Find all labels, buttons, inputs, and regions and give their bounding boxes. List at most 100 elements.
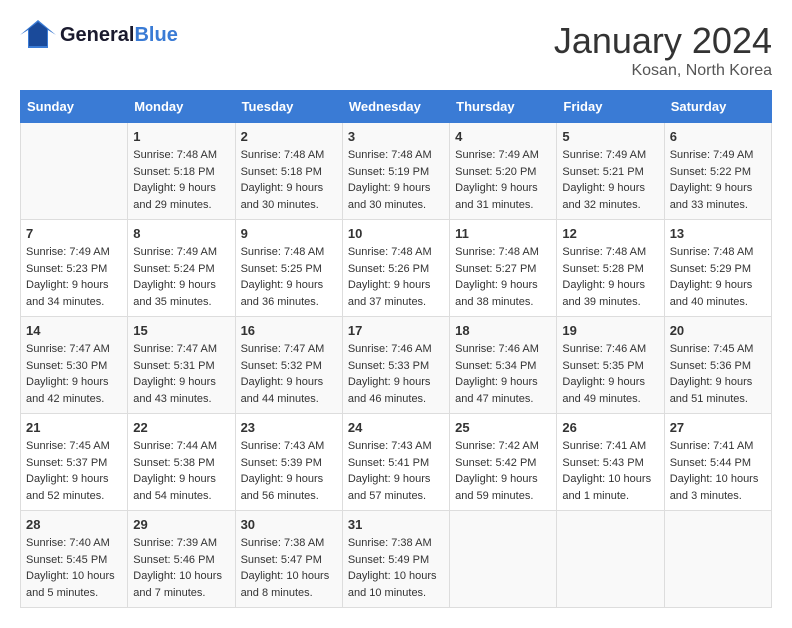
- calendar-cell: 27Sunrise: 7:41 AMSunset: 5:44 PMDayligh…: [664, 414, 771, 511]
- calendar-cell: 9Sunrise: 7:48 AMSunset: 5:25 PMDaylight…: [235, 220, 342, 317]
- calendar-cell: 2Sunrise: 7:48 AMSunset: 5:18 PMDaylight…: [235, 123, 342, 220]
- cell-content: Sunrise: 7:48 AMSunset: 5:28 PMDaylight:…: [562, 244, 658, 310]
- sunset-text: Sunset: 5:29 PM: [670, 263, 751, 275]
- day-number: 10: [348, 226, 444, 241]
- logo-general: General: [60, 24, 134, 46]
- cell-content: Sunrise: 7:46 AM Sunset: 5:35 PM Daylight:…: [562, 341, 658, 407]
- day-number: 3: [348, 129, 444, 144]
- sunset-text: Sunset: 5:42 PM: [455, 457, 536, 469]
- logo-blue: Blue: [134, 24, 177, 46]
- cell-content: Sunrise: 7:48 AMSunset: 5:25 PMDaylight:…: [241, 244, 337, 310]
- sunrise-text: Sunrise: 7:49 AM: [133, 246, 217, 258]
- col-header-tuesday: Tuesday: [235, 91, 342, 123]
- sunset-text: Sunset: 5:32 PM: [241, 360, 322, 372]
- calendar-cell: 14 Sunrise: 7:47 AMSunset: 5:30 PMDayligh…: [21, 317, 128, 414]
- calendar-cell: 15Sunrise: 7:47 AMSunset: 5:31 PMDayligh…: [128, 317, 235, 414]
- daylight-text: Daylight: 10 hours and 5 minutes.: [26, 570, 115, 599]
- calendar-cell: [450, 511, 557, 608]
- day-number: 8: [133, 226, 229, 241]
- cell-content: Sunrise: 7:47 AMSunset: 5:31 PMDaylight:…: [133, 341, 229, 407]
- sunset-text: Sunset: 5:18 PM: [133, 166, 214, 178]
- calendar-cell: 22Sunrise: 7:44 AMSunset: 5:38 PMDayligh…: [128, 414, 235, 511]
- daylight-text: Daylight: 9 hours and 46 minutes.: [348, 376, 431, 405]
- day-number: 6: [670, 129, 766, 144]
- sunset-text: Sunset: 5:27 PM: [455, 263, 536, 275]
- cell-content: Sunrise: 7:49 AMSunset: 5:20 PMDaylight:…: [455, 147, 551, 213]
- logo: GeneralBlue: [20, 20, 178, 50]
- sunset-text: Sunset: 5:43 PM: [562, 457, 643, 469]
- daylight-text: Daylight: 10 hours and 1 minute.: [562, 473, 651, 502]
- cell-content: Sunrise: 7:47 AMSunset: 5:30 PMDaylight:…: [26, 341, 122, 407]
- day-number: 12: [562, 226, 658, 241]
- sunset-text: Sunset: 5:22 PM: [670, 166, 751, 178]
- sunset-text: Sunset: 5:35 PM: [562, 360, 643, 372]
- sunrise-text: Sunrise: 7:48 AM: [348, 246, 432, 258]
- sunrise-text: Sunrise: 7:39 AM: [133, 537, 217, 549]
- day-number: 1: [133, 129, 229, 144]
- sunrise-text: Sunrise: 7:46 AM: [562, 343, 646, 355]
- calendar-cell: 28 Sunrise: 7:40 AMSunset: 5:45 PMDayligh…: [21, 511, 128, 608]
- sunset-text: Sunset: 5:33 PM: [348, 360, 429, 372]
- sunrise-text: Sunrise: 7:49 AM: [26, 246, 110, 258]
- calendar-cell: 20Sunrise: 7:45 AMSunset: 5:36 PMDayligh…: [664, 317, 771, 414]
- calendar-table: SundayMondayTuesdayWednesdayThursdayFrid…: [20, 90, 772, 608]
- day-number: 26: [562, 420, 658, 435]
- calendar-cell: 5Sunrise: 7:49 AMSunset: 5:21 PMDaylight…: [557, 123, 664, 220]
- sunrise-text: Sunrise: 7:43 AM: [241, 440, 325, 452]
- daylight-text: Daylight: 9 hours and 54 minutes.: [133, 473, 216, 502]
- sunset-text: Sunset: 5:31 PM: [133, 360, 214, 372]
- calendar-cell: 25 Sunrise: 7:42 AMSunset: 5:42 PMDayligh…: [450, 414, 557, 511]
- cell-content: Sunrise: 7:48 AMSunset: 5:19 PMDaylight:…: [348, 147, 444, 213]
- daylight-text: Daylight: 9 hours and 49 minutes.: [562, 376, 645, 405]
- calendar-cell: 23Sunrise: 7:43 AMSunset: 5:39 PMDayligh…: [235, 414, 342, 511]
- daylight-text: Daylight: 9 hours and 43 minutes.: [133, 376, 216, 405]
- day-number: 22: [133, 420, 229, 435]
- calendar-cell: 26Sunrise: 7:41 AMSunset: 5:43 PMDayligh…: [557, 414, 664, 511]
- sunrise-text: Sunrise: 7:45 AM: [26, 440, 110, 452]
- daylight-text: Daylight: 9 hours and 44 minutes.: [241, 376, 324, 405]
- daylight-text: Daylight: 10 hours and 10 minutes.: [348, 570, 437, 599]
- daylight-text: Daylight: 9 hours and 30 minutes.: [241, 182, 324, 211]
- sunrise-text: Sunrise: 7:41 AM: [670, 440, 754, 452]
- day-number: 7: [26, 226, 122, 241]
- sunset-text: Sunset: 5:23 PM: [26, 263, 107, 275]
- day-number: 28: [26, 517, 122, 532]
- calendar-week-row: 28 Sunrise: 7:40 AMSunset: 5:45 PMDayligh…: [21, 511, 772, 608]
- day-number: 20: [670, 323, 766, 338]
- cell-content: Sunrise: 7:40 AMSunset: 5:45 PMDaylight:…: [26, 535, 122, 601]
- sunrise-text: Sunrise: 7:38 AM: [241, 537, 325, 549]
- day-number: 25: [455, 420, 551, 435]
- sunset-text: Sunset: 5:28 PM: [562, 263, 643, 275]
- sunrise-text: Sunrise: 7:48 AM: [133, 149, 217, 161]
- calendar-cell: [21, 123, 128, 220]
- calendar-week-row: 21Sunrise: 7:45 AMSunset: 5:37 PMDayligh…: [21, 414, 772, 511]
- sunrise-text: Sunrise: 7:48 AM: [455, 246, 539, 258]
- calendar-cell: 16Sunrise: 7:47 AMSunset: 5:32 PMDayligh…: [235, 317, 342, 414]
- col-header-sunday: Sunday: [21, 91, 128, 123]
- day-number: 29: [133, 517, 229, 532]
- calendar-cell: 12 Sunrise: 7:48 AMSunset: 5:28 PMDayligh…: [557, 220, 664, 317]
- sunrise-text: Sunrise: 7:48 AM: [348, 149, 432, 161]
- col-header-wednesday: Wednesday: [342, 91, 449, 123]
- cell-content: Sunrise: 7:49 AMSunset: 5:24 PMDaylight:…: [133, 244, 229, 310]
- daylight-text: Daylight: 9 hours and 38 minutes.: [455, 279, 538, 308]
- sunrise-text: Sunrise: 7:48 AM: [670, 246, 754, 258]
- cell-content: Sunrise: 7:42 AMSunset: 5:42 PMDaylight:…: [455, 438, 551, 504]
- sunset-text: Sunset: 5:46 PM: [133, 554, 214, 566]
- day-number: 14: [26, 323, 122, 338]
- calendar-cell: 6Sunrise: 7:49 AMSunset: 5:22 PMDaylight…: [664, 123, 771, 220]
- cell-content: Sunrise: 7:48 AM Sunset: 5:27 PM Daylight:…: [455, 244, 551, 310]
- col-header-monday: Monday: [128, 91, 235, 123]
- cell-content: Sunrise: 7:46 AMSunset: 5:34 PMDaylight:…: [455, 341, 551, 407]
- calendar-cell: 21Sunrise: 7:45 AMSunset: 5:37 PMDayligh…: [21, 414, 128, 511]
- daylight-text: Daylight: 9 hours and 34 minutes.: [26, 279, 109, 308]
- cell-content: Sunrise: 7:48 AMSunset: 5:26 PMDaylight:…: [348, 244, 444, 310]
- location-subtitle: Kosan, North Korea: [554, 62, 772, 80]
- day-number: 11: [455, 226, 551, 241]
- sunset-text: Sunset: 5:41 PM: [348, 457, 429, 469]
- daylight-text: Daylight: 9 hours and 33 minutes.: [670, 182, 753, 211]
- sunrise-text: Sunrise: 7:48 AM: [241, 149, 325, 161]
- daylight-text: Daylight: 9 hours and 47 minutes.: [455, 376, 538, 405]
- calendar-header-row: SundayMondayTuesdayWednesdayThursdayFrid…: [21, 91, 772, 123]
- cell-content: Sunrise: 7:47 AMSunset: 5:32 PMDaylight:…: [241, 341, 337, 407]
